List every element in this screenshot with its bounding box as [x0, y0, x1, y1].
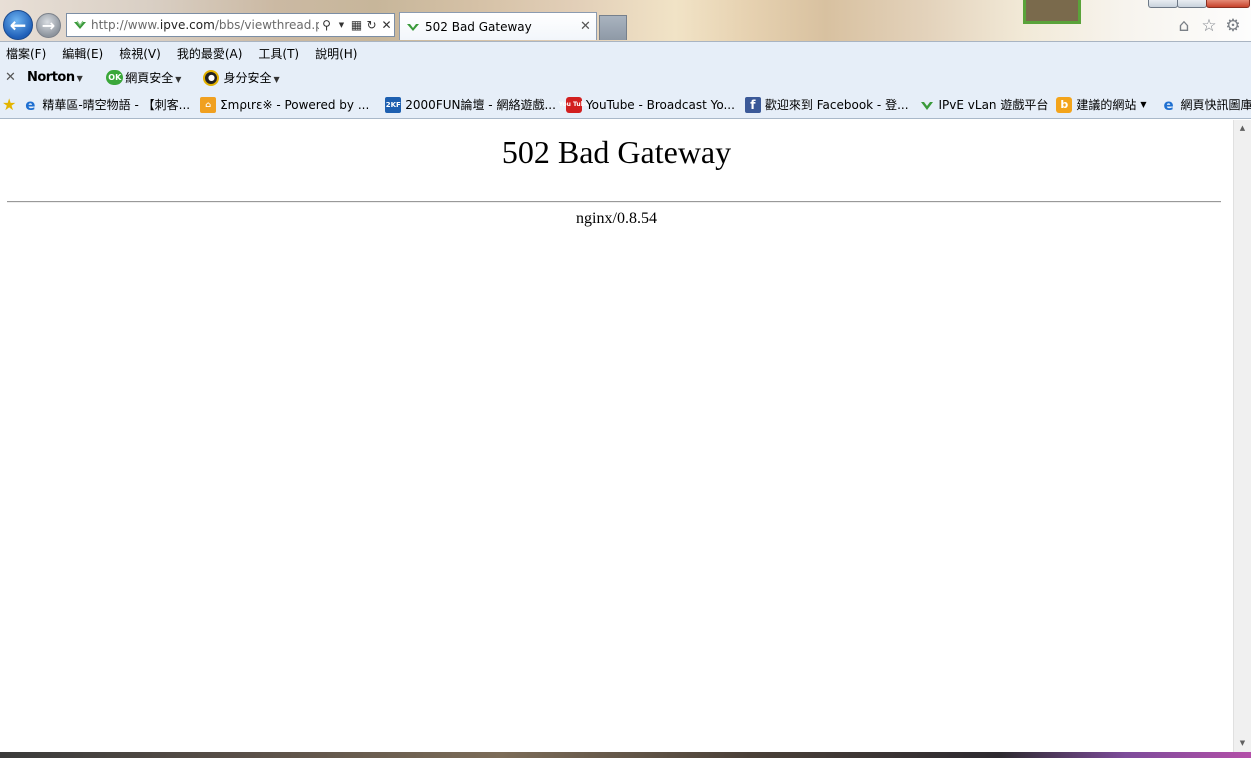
- address-url[interactable]: http://www.ipve.com/bbs/viewthread.p: [91, 18, 319, 32]
- scroll-down-icon[interactable]: ▼: [1234, 735, 1251, 752]
- minimize-button[interactable]: [1148, 0, 1178, 8]
- new-tab-button[interactable]: [599, 15, 627, 40]
- server-signature: nginx/0.8.54: [576, 210, 657, 227]
- stop-icon[interactable]: ✕: [379, 18, 394, 32]
- chevron-down-icon: ▼: [273, 75, 280, 84]
- favorite-item-1[interactable]: e 精華區-晴空物語 - 【刺客...: [22, 95, 190, 114]
- norton-toolbar: ✕ Norton ▼ OK 網頁安全 ▼ ● 身分安全 ▼: [0, 64, 1251, 91]
- maximize-button[interactable]: [1177, 0, 1207, 8]
- favorite-item-4[interactable]: You Tube YouTube - Broadcast Yo...: [559, 96, 735, 113]
- menu-file[interactable]: 檔案(F): [6, 45, 46, 62]
- refresh-icon[interactable]: ↻: [364, 18, 379, 32]
- close-window-button[interactable]: [1206, 0, 1250, 8]
- favorite-item-6[interactable]: IPvE vLan 遊戲平台: [919, 96, 1048, 113]
- menu-view[interactable]: 檢視(V): [119, 45, 161, 62]
- back-button[interactable]: ←: [3, 10, 33, 40]
- norton-logo[interactable]: Norton ▼: [27, 70, 83, 85]
- chevron-down-icon: ▼: [1140, 100, 1147, 109]
- horizontal-rule: [7, 201, 1221, 203]
- search-icon[interactable]: ⚲: [319, 18, 334, 32]
- menu-edit[interactable]: 編輯(E): [62, 45, 103, 62]
- arrow-left-icon: ←: [9, 13, 27, 37]
- favorite-item-5[interactable]: f 歡迎來到 Facebook - 登...: [744, 96, 909, 113]
- favorite-item-gallery[interactable]: e 網頁快訊圖庫 ▼: [1161, 95, 1251, 114]
- favorites-star-icon[interactable]: ☆: [1199, 16, 1219, 36]
- bing-icon: b: [1056, 96, 1073, 113]
- favorite-item-3[interactable]: 2KF 2000FUN論壇 - 網絡遊戲...: [385, 96, 556, 113]
- chevron-down-icon[interactable]: ▼: [334, 21, 349, 29]
- youtube-icon: You Tube: [559, 96, 589, 113]
- home-icon: ⌂: [200, 96, 217, 113]
- home-icon[interactable]: ⌂: [1174, 16, 1194, 36]
- site-favicon-icon: [74, 20, 86, 29]
- close-tab-icon[interactable]: ✕: [580, 19, 596, 34]
- forward-button[interactable]: →: [36, 13, 61, 38]
- favorites-star-icon[interactable]: ★: [2, 95, 16, 114]
- close-toolbar-icon[interactable]: ✕: [5, 70, 19, 85]
- gear-icon[interactable]: ⚙: [1223, 16, 1243, 36]
- tab-active[interactable]: 502 Bad Gateway ✕: [399, 12, 597, 40]
- chevron-down-icon: ▼: [175, 75, 182, 84]
- menu-bar: 檔案(F) 編輯(E) 檢視(V) 我的最愛(A) 工具(T) 說明(H): [0, 42, 1251, 64]
- web-safety-ok-icon: OK: [106, 70, 124, 85]
- page-title: 502 Bad Gateway: [501, 134, 732, 170]
- 2kf-icon: 2KF: [385, 96, 402, 113]
- ipve-icon: [920, 101, 933, 110]
- tab-favicon-icon: [407, 23, 419, 31]
- favorite-item-2[interactable]: ⌂ Σmριrε※ - Powered by ...: [200, 96, 369, 113]
- chevron-down-icon: ▼: [76, 74, 83, 83]
- background-thumbnail: [1023, 0, 1081, 24]
- favorite-item-suggested[interactable]: b 建議的網站 ▼: [1056, 96, 1147, 113]
- browser-top-strip: ← → http://www.ipve.com/bbs/viewthread.p…: [0, 0, 1251, 42]
- web-safety-button[interactable]: 網頁安全 ▼: [125, 69, 181, 86]
- vertical-scrollbar[interactable]: ▲ ▼: [1233, 120, 1251, 752]
- desktop-background-strip: [0, 752, 1251, 758]
- menu-favorites[interactable]: 我的最愛(A): [177, 45, 243, 62]
- facebook-icon: f: [744, 96, 761, 113]
- ie-icon: e: [25, 95, 36, 114]
- menu-help[interactable]: 說明(H): [315, 45, 357, 62]
- address-bar[interactable]: http://www.ipve.com/bbs/viewthread.p ⚲ ▼…: [66, 13, 395, 37]
- tab-title: 502 Bad Gateway: [425, 19, 532, 34]
- menu-tools[interactable]: 工具(T): [258, 45, 299, 62]
- arrow-right-icon: →: [41, 16, 56, 35]
- identity-safety-button[interactable]: 身分安全 ▼: [223, 69, 279, 86]
- scroll-up-icon[interactable]: ▲: [1234, 120, 1251, 137]
- favorites-bar: ★ e 精華區-晴空物語 - 【刺客... ⌂ Σmριrε※ - Powere…: [0, 91, 1251, 119]
- compat-view-icon[interactable]: ▦: [349, 18, 364, 32]
- page-content: 502 Bad Gateway nginx/0.8.54: [0, 120, 1233, 752]
- ie-gallery-icon: e: [1163, 95, 1174, 114]
- lock-icon: ●: [203, 69, 220, 86]
